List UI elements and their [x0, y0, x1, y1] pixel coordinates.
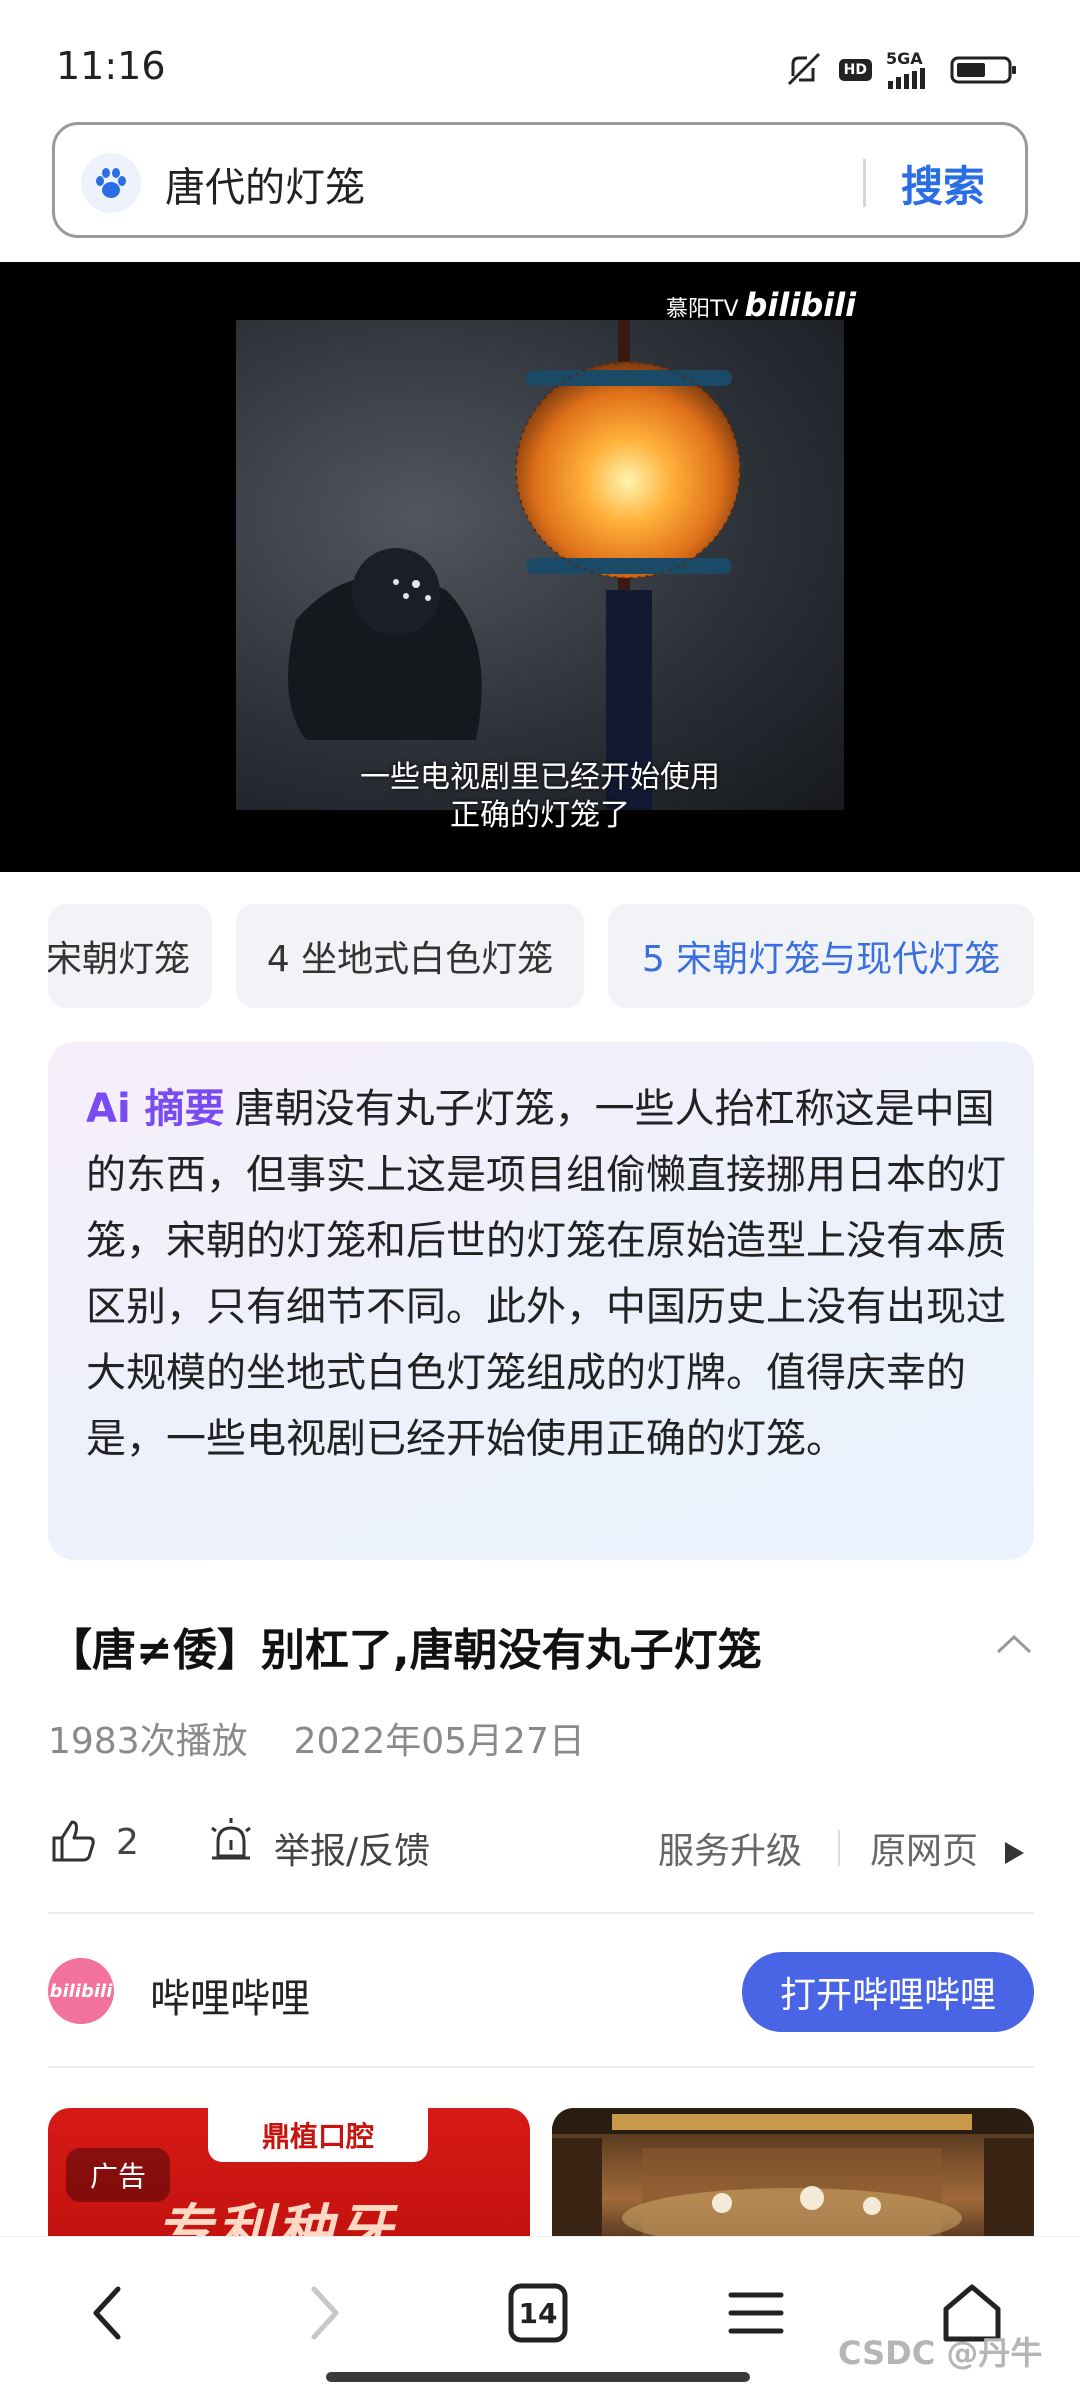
ai-summary-card: Ai 摘要 唐朝没有丸子灯笼，一些人抬杠称这是中国的东西，但事实上这是项目组偷懒直… [48, 1042, 1034, 1560]
chip-chapter-5[interactable]: 5 宋朝灯笼与现代灯笼 [608, 904, 1034, 1008]
original-page-link[interactable]: 原网页 [870, 1822, 978, 1874]
tabs-icon: 14 [508, 2283, 568, 2343]
video-scene-image [288, 320, 741, 810]
video-thumbnail-image [552, 2108, 1034, 2238]
chevron-right-icon [311, 2286, 339, 2340]
battery-icon [950, 55, 1020, 85]
chip-chapter-4[interactable]: 4 坐地式白色灯笼 [236, 904, 584, 1008]
chip-label: 5 宋朝灯笼与现代灯笼 [641, 939, 1001, 980]
result-meta: 1983次播放 2022年05月27日 [48, 1712, 585, 1764]
tabs-button[interactable]: 14 [498, 2273, 578, 2353]
source-name[interactable]: 哔哩哔哩 [150, 1966, 310, 2024]
chip-label: 4 坐地式白色灯笼 [266, 939, 554, 980]
watermark-channel: 慕阳TV [666, 297, 739, 322]
ai-summary-text: Ai 摘要 唐朝没有丸子灯笼，一些人抬杠称这是中国的东西，但事实上这是项目组偷懒直… [86, 1076, 1006, 1472]
action-row: 2 举报/反馈 服务升级 原网页 [48, 1810, 1034, 1880]
search-bar: 唐代的灯笼 搜索 [52, 122, 1028, 238]
action-separator [838, 1830, 840, 1866]
chevron-up-icon[interactable] [994, 1632, 1034, 1660]
status-time: 11:16 [56, 44, 166, 88]
menu-button[interactable] [716, 2273, 796, 2353]
search-input[interactable]: 唐代的灯笼 [165, 155, 365, 213]
baidu-paw-icon[interactable] [81, 153, 141, 213]
subtitle-line-2: 正确的灯笼了 [450, 798, 630, 833]
status-bar: 11:16 HD 5GA [0, 0, 1080, 120]
divider [48, 2066, 1034, 2068]
video-player[interactable]: 慕阳TV bilibili 一些电视剧里已经开始使用 正确的灯笼了 [0, 262, 1080, 872]
video-thumbnail[interactable] [552, 2108, 1034, 2238]
report-alarm-icon[interactable] [206, 1816, 256, 1875]
search-button[interactable]: 搜索 [901, 153, 985, 214]
service-upgrade-link[interactable]: 服务升级 [658, 1822, 802, 1874]
back-button[interactable] [68, 2273, 148, 2353]
hd-badge: HD [838, 59, 872, 81]
home-indicator[interactable] [326, 2372, 750, 2382]
play-count: 1983次播放 [48, 1721, 248, 1762]
thumbs-up-icon[interactable] [48, 1816, 98, 1875]
tab-count: 14 [518, 2296, 558, 2330]
vibrate-mute-icon [785, 52, 825, 88]
watermark-brand: bilibili [744, 286, 857, 324]
ad-badge: 广告 [66, 2148, 170, 2202]
play-arrow-icon[interactable] [1002, 1834, 1026, 1875]
video-watermark: 慕阳TV bilibili [666, 286, 856, 324]
ai-summary-body: 唐朝没有丸子灯笼，一些人抬杠称这是中国的东西，但事实上这是项目组偷懒直接挪用日本… [86, 1086, 1006, 1462]
corner-watermark: CSDC @丹牛 [838, 2334, 1043, 2372]
video-frame[interactable] [236, 320, 844, 810]
ad-thumbnail[interactable]: 鼎植口腔 广告 专利种牙 [48, 2108, 530, 2238]
report-feedback-link[interactable]: 举报/反馈 [274, 1822, 430, 1874]
chip-chapter-3[interactable]: 宋朝灯笼 [48, 904, 212, 1008]
divider [48, 1912, 1034, 1914]
ad-slogan: 专利种牙 [156, 2199, 396, 2238]
chapter-chips: 宋朝灯笼 4 坐地式白色灯笼 5 宋朝灯笼与现代灯笼 [0, 904, 1080, 1008]
bilibili-logo[interactable]: bilibili [48, 1958, 114, 2024]
chevron-left-icon [93, 2286, 121, 2340]
status-icons: HD 5GA [785, 48, 1020, 92]
chip-label: 宋朝灯笼 [48, 939, 190, 980]
forward-button[interactable] [284, 2273, 364, 2353]
search-divider [863, 159, 866, 207]
signal-icon: 5GA [886, 51, 936, 89]
result-title[interactable]: 【唐≠倭】别杠了,唐朝没有丸子灯笼 [48, 1614, 762, 1678]
like-count: 2 [116, 1822, 139, 1863]
network-label: 5GA [886, 49, 923, 68]
ad-brand-label: 鼎植口腔 [208, 2108, 428, 2162]
open-bilibili-button[interactable]: 打开哔哩哔哩 [742, 1952, 1034, 2032]
ai-summary-tag: Ai 摘要 [86, 1086, 225, 1132]
hamburger-menu-icon [728, 2292, 784, 2334]
publish-date: 2022年05月27日 [293, 1721, 585, 1762]
